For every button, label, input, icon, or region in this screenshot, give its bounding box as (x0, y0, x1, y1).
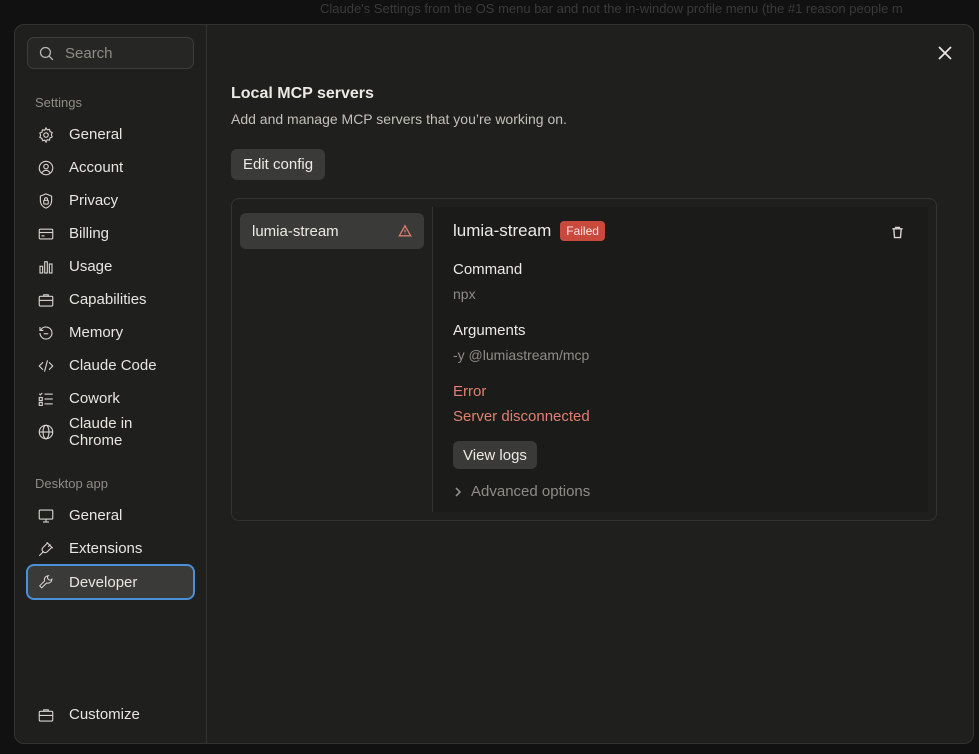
sidebar-item-label: Customize (69, 706, 140, 723)
background-document-text: Claude's Settings from the OS menu bar a… (320, 1, 903, 16)
settings-section-label: Settings (35, 95, 82, 110)
server-name: lumia-stream (453, 221, 552, 240)
server-list: lumia-stream (240, 207, 424, 512)
sidebar-item-privacy[interactable]: Privacy (27, 184, 194, 217)
sidebar-item-cowork[interactable]: Cowork (27, 382, 194, 415)
sidebar-item-label: Extensions (69, 540, 143, 557)
arguments-label: Arguments (453, 322, 526, 339)
server-detail: lumia-stream Failed Command npx Argument… (432, 207, 928, 512)
sidebar-item-developer[interactable]: Developer (26, 564, 195, 600)
page-subtitle: Add and manage MCP servers that you’re w… (231, 111, 567, 127)
sidebar-item-usage[interactable]: Usage (27, 250, 194, 283)
sidebar-item-label: Usage (69, 258, 113, 275)
server-item-lumia-stream[interactable]: lumia-stream (240, 213, 424, 249)
delete-server-button[interactable] (888, 223, 906, 241)
desktop-section-label: Desktop app (35, 476, 108, 491)
sidebar-item-label: Memory (69, 324, 124, 341)
sidebar-item-claude-in-chrome[interactable]: Claude in Chrome (27, 414, 194, 449)
settings-main: Local MCP servers Add and manage MCP ser… (207, 25, 973, 743)
monitor-icon (37, 507, 55, 525)
sidebar-item-general[interactable]: General (27, 118, 194, 151)
advanced-options-label: Advanced options (471, 483, 591, 500)
error-message: Server disconnected (453, 408, 590, 425)
page-title: Local MCP servers (231, 85, 374, 102)
sidebar-item-label: General (69, 507, 123, 524)
sidebar-item-claude-code[interactable]: Claude Code (27, 349, 194, 382)
sidebar-item-capabilities[interactable]: Capabilities (27, 283, 194, 316)
sidebar-item-account[interactable]: Account (27, 151, 194, 184)
sidebar-item-label: Account (69, 159, 124, 176)
sidebar-item-label: Privacy (69, 192, 119, 209)
gear-icon (37, 126, 55, 144)
close-icon (938, 46, 952, 60)
sidebar-item-label: Capabilities (69, 291, 147, 308)
search-input[interactable] (65, 44, 185, 62)
sidebar-item-label: Billing (69, 225, 110, 242)
settings-sidebar: Settings General Account Privacy Billing… (15, 25, 207, 743)
bar-chart-icon (37, 258, 55, 276)
chevron-right-icon (455, 486, 462, 497)
sidebar-item-label: Cowork (69, 390, 120, 407)
sidebar-item-desktop-general[interactable]: General (27, 499, 194, 532)
settings-modal: Settings General Account Privacy Billing… (14, 24, 974, 744)
server-item-label: lumia-stream (252, 222, 339, 240)
search-box[interactable] (27, 37, 194, 69)
plug-icon (37, 540, 55, 558)
checklist-icon (37, 390, 55, 408)
sidebar-item-label: Claude in Chrome (69, 414, 133, 449)
code-icon (37, 357, 55, 375)
wrench-icon (37, 573, 55, 591)
user-circle-icon (37, 159, 55, 177)
view-logs-button[interactable]: View logs (453, 441, 537, 469)
sidebar-item-label: Developer (69, 573, 138, 591)
sidebar-item-billing[interactable]: Billing (27, 217, 194, 250)
warning-triangle-icon (398, 224, 412, 238)
history-icon (37, 324, 55, 342)
sidebar-item-label: Claude Code (69, 357, 157, 374)
status-badge: Failed (560, 221, 605, 241)
lock-shield-icon (37, 192, 55, 210)
trash-icon (891, 226, 903, 238)
advanced-options-toggle[interactable]: Advanced options (453, 483, 908, 500)
command-value: npx (453, 286, 476, 302)
server-detail-header: lumia-stream Failed (453, 221, 908, 241)
sidebar-item-label: General (69, 126, 123, 143)
mcp-servers-panel: lumia-stream lumia-stream Failed Command… (231, 198, 937, 521)
error-label: Error (453, 383, 487, 400)
briefcase-icon (37, 706, 55, 724)
sidebar-bottom: Customize (27, 698, 194, 731)
arguments-value: -y @lumiastream/mcp (453, 347, 590, 363)
briefcase-icon (37, 291, 55, 309)
search-icon (38, 45, 55, 62)
close-button[interactable] (933, 41, 957, 65)
credit-card-icon (37, 225, 55, 243)
sidebar-item-memory[interactable]: Memory (27, 316, 194, 349)
command-label: Command (453, 261, 523, 278)
globe-icon (37, 423, 55, 441)
sidebar-item-customize[interactable]: Customize (27, 698, 194, 731)
sidebar-item-extensions[interactable]: Extensions (27, 532, 194, 565)
edit-config-button[interactable]: Edit config (231, 149, 326, 180)
